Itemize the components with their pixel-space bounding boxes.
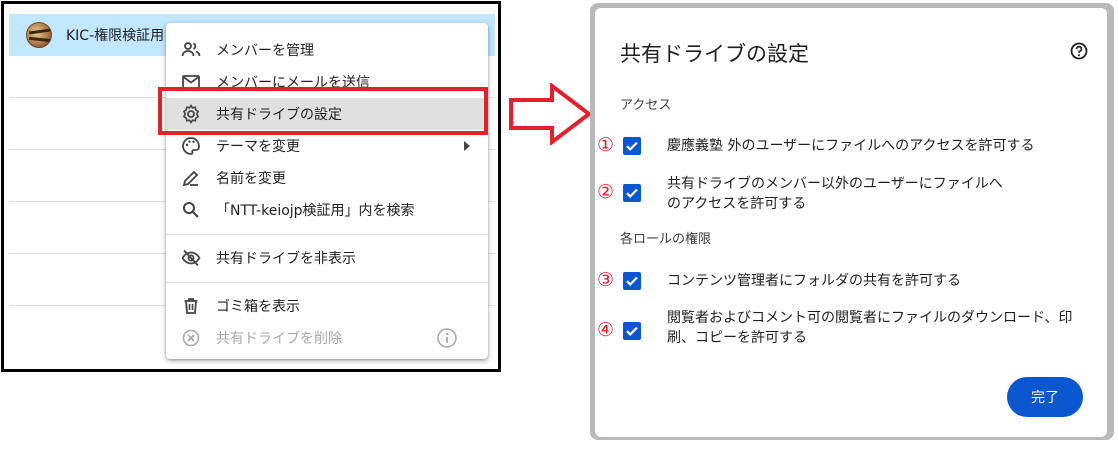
annotation-number: ④ (597, 319, 615, 341)
menu-item-manage-members[interactable]: メンバーを管理 (166, 34, 488, 66)
checkmark-icon (626, 326, 638, 336)
checkbox-allow-viewer-download[interactable] (623, 322, 641, 340)
drive-screenshot-frame: KIC-権限検証用 メンバーを管理 メンバーにメールを送信 共有ドライブの設定 (1, 1, 501, 372)
drive-name: KIC-権限検証用 (66, 28, 165, 44)
menu-item-label: メンバーを管理 (216, 43, 314, 59)
palette-icon (180, 135, 202, 157)
annotation-number: ② (597, 181, 615, 203)
help-icon[interactable] (1070, 42, 1088, 64)
search-icon (180, 199, 202, 221)
option-label: 共有ドライブのメンバー以外のユーザーにファイルへのアクセスを許可する (667, 176, 1003, 212)
checkmark-icon (626, 276, 638, 286)
manage-members-icon (180, 39, 202, 61)
dialog-title: 共有ドライブの設定 (620, 42, 809, 66)
menu-separator (166, 234, 488, 235)
checkbox-allow-manager-folder-sharing[interactable] (623, 272, 641, 290)
drive-avatar (26, 22, 52, 48)
section-label-access: アクセス (620, 98, 672, 113)
annotation-number: ① (597, 134, 615, 156)
option-label: 閲覧者およびコメント可の閲覧者にファイルのダウンロード、印刷、コピーを許可する (667, 310, 1073, 346)
submenu-arrow-icon (464, 141, 470, 151)
info-icon[interactable] (436, 327, 458, 353)
annotation-highlight-box (158, 87, 488, 135)
checkmark-icon (626, 188, 638, 198)
eye-off-icon (180, 247, 202, 269)
checkbox-allow-external-access[interactable] (623, 137, 641, 155)
menu-item-label: 「NTT-keiojp検証用」内を検索 (216, 203, 415, 219)
pencil-icon (180, 167, 202, 189)
menu-item-hide-drive[interactable]: 共有ドライブを非表示 (166, 242, 488, 274)
arrow-right-icon (509, 83, 592, 145)
done-button[interactable]: 完了 (1007, 377, 1083, 417)
option-label: 慶應義塾 外のユーザーにファイルへのアクセスを許可する (667, 138, 1035, 154)
delete-circle-icon (180, 327, 202, 349)
menu-item-label: 共有ドライブを削除 (216, 331, 342, 347)
menu-item-label: テーマを変更 (216, 139, 300, 155)
trash-icon (180, 295, 202, 317)
menu-item-view-trash[interactable]: ゴミ箱を表示 (166, 290, 488, 322)
annotation-number: ③ (597, 269, 615, 291)
checkmark-icon (626, 141, 638, 151)
menu-item-label: 名前を変更 (216, 171, 286, 187)
menu-item-search-in-drive[interactable]: 「NTT-keiojp検証用」内を検索 (166, 194, 488, 226)
option-label: コンテンツ管理者にフォルダの共有を許可する (667, 273, 961, 289)
menu-item-rename[interactable]: 名前を変更 (166, 162, 488, 194)
section-label-role-permissions: 各ロールの権限 (620, 232, 712, 247)
context-menu: メンバーを管理 メンバーにメールを送信 共有ドライブの設定 テーマを変更 名前を… (166, 23, 488, 359)
menu-separator (166, 282, 488, 283)
menu-item-label: ゴミ箱を表示 (216, 299, 300, 315)
menu-item-delete-drive: 共有ドライブを削除 (166, 322, 488, 354)
shared-drive-settings-dialog: 共有ドライブの設定 アクセス ① 慶應義塾 外のユーザーにファイルへのアクセスを… (595, 8, 1107, 437)
menu-item-label: 共有ドライブを非表示 (216, 251, 356, 267)
dialog-frame: 共有ドライブの設定 アクセス ① 慶應義塾 外のユーザーにファイルへのアクセスを… (590, 3, 1114, 440)
checkbox-allow-non-member-access[interactable] (623, 184, 641, 202)
